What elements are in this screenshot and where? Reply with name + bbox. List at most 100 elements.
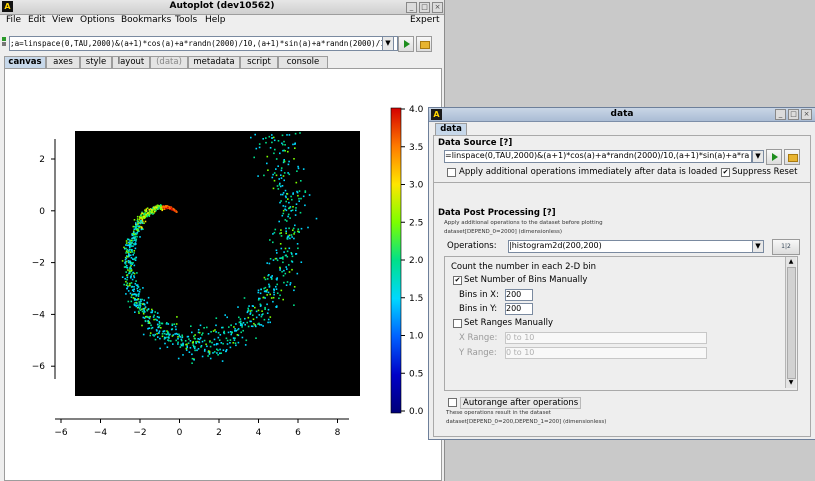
histogram-cell [167, 333, 169, 336]
histogram-cell [215, 324, 217, 327]
histogram-cell [280, 289, 283, 292]
operations-input[interactable]: |histogram2d(200,200) [508, 240, 762, 253]
tab-axes[interactable]: axes [46, 56, 80, 68]
histogram-cell [136, 215, 139, 218]
menu-options[interactable]: Options [80, 15, 115, 25]
scroll-up-icon[interactable]: ▲ [787, 258, 795, 266]
histogram-cell [126, 278, 128, 281]
histogram-cell [239, 321, 242, 323]
histogram-cell [293, 233, 295, 235]
histogram-cell [176, 316, 178, 318]
histogram-cell [288, 207, 290, 210]
histogram-cell [288, 264, 290, 266]
y-range-input[interactable]: 0 to 10 [505, 347, 707, 359]
bins-x-input[interactable]: 200 [505, 289, 533, 301]
histogram-cell [275, 249, 278, 252]
histogram-cell [126, 274, 128, 277]
histogram-cell [286, 220, 288, 222]
tab-layout[interactable]: layout [112, 56, 150, 68]
plot-area[interactable] [75, 131, 360, 396]
params-scrollbar[interactable]: ▲ ▼ [785, 257, 796, 388]
histogram-cell [255, 310, 258, 313]
histogram-cell [148, 213, 150, 215]
histogram-cell [157, 326, 159, 329]
histogram-cell [279, 269, 281, 271]
histogram-cell [267, 318, 270, 321]
menu-help[interactable]: Help [205, 15, 226, 25]
main-titlebar[interactable]: A Autoplot (dev10562) _ □ × [0, 0, 444, 15]
histogram-cell [131, 285, 133, 288]
scroll-down-icon[interactable]: ▼ [787, 379, 795, 387]
set-ranges-checkbox[interactable] [453, 319, 462, 328]
histogram-cell [143, 299, 145, 302]
data-source-uri-input[interactable]: =linspace(0,TAU,2000)&(a+1)*cos(a)+a*ran… [444, 150, 752, 163]
colorbar-tick-label: 2.0 [409, 256, 424, 266]
tab-style[interactable]: style [80, 56, 112, 68]
histogram-cell [288, 160, 290, 163]
set-bins-checkbox[interactable]: ✔ [453, 276, 462, 285]
scrollbar-thumb[interactable] [787, 267, 796, 379]
suppress-reset-checkbox[interactable]: ✔ [721, 168, 730, 177]
histogram-cell [191, 357, 194, 360]
histogram-cell [263, 318, 266, 321]
histogram-cell [130, 257, 133, 259]
histogram-cell [293, 304, 295, 306]
x-range-input[interactable]: 0 to 10 [505, 332, 707, 344]
tab-data[interactable]: (data) [150, 56, 188, 68]
tab-script[interactable]: script [240, 56, 278, 68]
operations-dropdown-button[interactable]: ▼ [752, 240, 764, 253]
dialog-maximize-icon[interactable]: □ [788, 109, 799, 120]
apply-immediately-checkbox[interactable] [447, 168, 456, 177]
histogram-cell [171, 323, 174, 326]
menu-edit[interactable]: Edit [28, 15, 45, 25]
histogram-cell [241, 336, 244, 339]
histogram-cell [254, 306, 256, 309]
histogram-cell [217, 349, 219, 352]
histogram-cell [282, 261, 284, 264]
histogram-cell [132, 272, 134, 274]
data-source-browse-button[interactable] [784, 149, 800, 165]
plot-go-button[interactable] [398, 36, 414, 52]
histogram-cell [161, 209, 163, 212]
autorange-checkbox[interactable] [448, 398, 457, 407]
menu-file[interactable]: File [6, 15, 21, 25]
histogram-cell [247, 316, 250, 319]
histogram-cell [267, 321, 269, 324]
menu-view[interactable]: View [52, 15, 73, 25]
menu-bookmarks[interactable]: Bookmarks [121, 15, 171, 25]
data-source-go-button[interactable] [766, 149, 782, 165]
histogram-cell [245, 339, 248, 342]
histogram-cell [284, 208, 286, 211]
bins-y-input[interactable]: 200 [505, 303, 533, 315]
histogram-cell [264, 308, 266, 310]
histogram-cell [263, 287, 265, 290]
dialog-close-icon[interactable]: × [801, 109, 812, 120]
histogram-cell [282, 274, 285, 277]
data-source-dropdown-button[interactable]: ▼ [752, 150, 764, 163]
tab-console[interactable]: console [278, 56, 328, 68]
histogram-cell [242, 329, 244, 332]
histogram-cell [139, 305, 142, 307]
histogram-cell [275, 174, 278, 177]
browse-button[interactable] [416, 36, 432, 52]
menu-expert[interactable]: Expert [410, 15, 440, 25]
tab-dialog-data[interactable]: data [435, 123, 467, 135]
result-dataset-desc: dataset[DEPEND_0=200,DEPEND_1=200] (dime… [446, 419, 607, 425]
uri-dropdown-button[interactable]: ▼ [382, 36, 394, 51]
close-icon[interactable]: × [432, 2, 443, 13]
plot-canvas[interactable]: −6 −4 −2 0 2 4 6 8 2 0 −2 −4 −6 4.0 3.5 3.0 2.5 2.0 1.5 1… [4, 68, 442, 481]
dialog-minimize-icon[interactable]: _ [775, 109, 786, 120]
uri-input[interactable]: ;a=linspace(0,TAU,2000)&(a+1)*cos(a)+a*r… [9, 36, 398, 51]
maximize-icon[interactable]: □ [419, 2, 430, 13]
histogram-cell [127, 260, 130, 262]
histogram-cell [177, 338, 179, 340]
histogram-cell [229, 339, 232, 341]
minimize-icon[interactable]: _ [406, 2, 417, 13]
histogram-cell [297, 167, 300, 170]
histogram-cell [278, 220, 280, 223]
menu-tools[interactable]: Tools [175, 15, 197, 25]
data-dialog-titlebar[interactable]: A data _ □ × [429, 108, 815, 122]
tab-canvas[interactable]: canvas [4, 56, 46, 68]
tab-metadata[interactable]: metadata [188, 56, 240, 68]
operations-editor-button[interactable]: 1|2 [772, 239, 800, 255]
